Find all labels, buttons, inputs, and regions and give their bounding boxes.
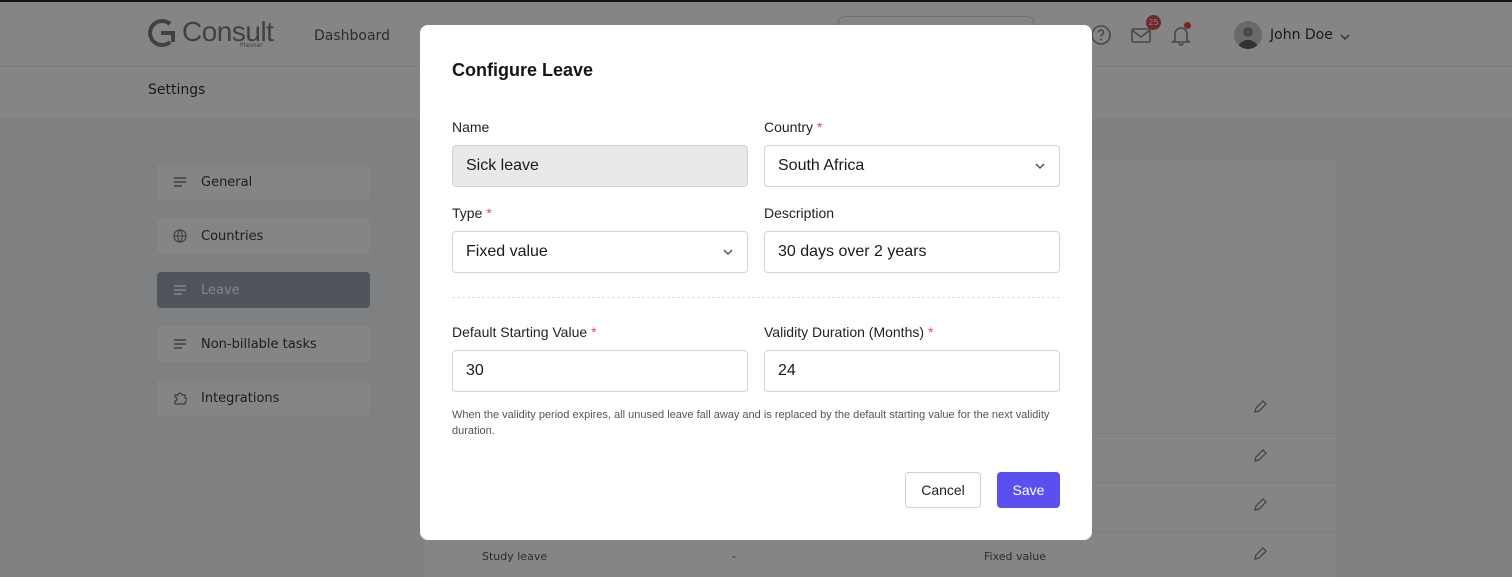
name-label: Name bbox=[452, 119, 489, 135]
description-label: Description bbox=[764, 205, 834, 221]
validity-hint: When the validity period expires, all un… bbox=[452, 409, 1050, 437]
name-value: Sick leave bbox=[466, 157, 539, 174]
default-starting-value: 30 bbox=[466, 362, 484, 379]
divider bbox=[452, 297, 1060, 298]
save-button[interactable]: Save bbox=[997, 472, 1060, 508]
type-label-text: Type bbox=[452, 205, 483, 221]
required-mark: * bbox=[591, 324, 597, 340]
description-label-text: Description bbox=[764, 205, 835, 221]
cancel-button[interactable]: Cancel bbox=[905, 472, 981, 508]
validity-duration-label-text: Validity Duration (Months) bbox=[764, 324, 925, 340]
default-starting-value-label-text: Default Starting Value bbox=[452, 324, 588, 340]
validity-duration-input[interactable]: 24 bbox=[764, 350, 1060, 392]
configure-leave-modal: Configure Leave Name Sick leave Country *… bbox=[420, 25, 1092, 540]
description-input[interactable]: 30 days over 2 years bbox=[764, 231, 1060, 273]
description-value: 30 days over 2 years bbox=[778, 243, 927, 260]
chevron-down-icon bbox=[1033, 159, 1047, 173]
country-value: South Africa bbox=[778, 157, 865, 174]
name-label-text: Name bbox=[452, 119, 490, 135]
name-field: Sick leave bbox=[452, 145, 748, 187]
validity-duration-value: 24 bbox=[778, 362, 796, 379]
type-select[interactable]: Fixed value bbox=[452, 231, 748, 273]
default-starting-value-label: Default Starting Value * bbox=[452, 324, 597, 340]
modal-title: Configure Leave bbox=[452, 60, 594, 80]
validity-duration-label: Validity Duration (Months) * bbox=[764, 324, 933, 340]
type-value: Fixed value bbox=[466, 243, 548, 260]
default-starting-value-input[interactable]: 30 bbox=[452, 350, 748, 392]
country-label-text: Country bbox=[764, 119, 814, 135]
required-mark: * bbox=[817, 119, 823, 135]
country-label: Country * bbox=[764, 119, 822, 135]
required-mark: * bbox=[928, 324, 934, 340]
chevron-down-icon bbox=[721, 245, 735, 259]
country-select[interactable]: South Africa bbox=[764, 145, 1060, 187]
required-mark: * bbox=[486, 205, 492, 221]
type-label: Type * bbox=[452, 205, 492, 221]
